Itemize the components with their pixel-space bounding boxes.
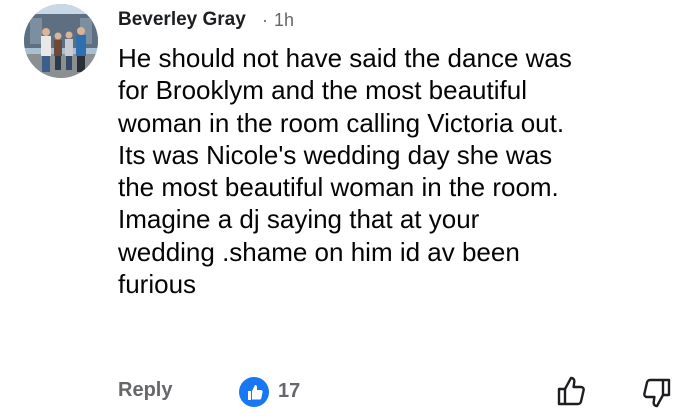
avatar[interactable] [24,4,98,78]
reply-button[interactable]: Reply [118,379,172,402]
like-count[interactable]: 17 [278,380,300,403]
comment-line: wedding .shame on him id av been [118,236,520,267]
comment-line: Its was Nicole's wedding day she was [118,139,553,170]
comment-line: Imagine a dj saying that at your [118,204,480,235]
comment-line: He should not have said the dance was [118,43,572,73]
avatar-photo [24,4,98,78]
comment-line: furious [118,269,197,300]
comment-line: woman in the room calling Victoria out. [118,107,565,138]
comment-author[interactable]: Beverley Gray [118,9,246,31]
comment-line: for Brooklym and the most beautiful [118,75,527,106]
comment-timestamp[interactable]: 1h [274,10,294,30]
meta-separator: · [262,10,268,30]
comment-body: He should not have said the dance was fo… [118,42,688,300]
like-reaction-icon [239,377,269,407]
comment-line: the most beautiful woman in the room. [118,172,559,203]
thumbs-up-icon[interactable] [556,375,586,407]
comment-meta: · 1h [262,10,294,31]
thumbs-down-icon[interactable] [642,377,672,409]
